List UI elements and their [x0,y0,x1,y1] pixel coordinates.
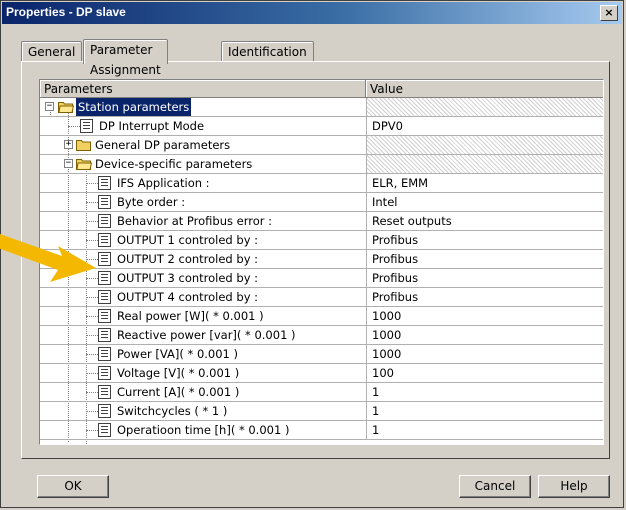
tree-row[interactable]: Operatioon time [h]( * 0.001 ) 1 [40,421,603,440]
expand-icon[interactable]: + [64,140,73,149]
annotation-arrow-icon [0,234,96,282]
tree-label: Voltage [V]( * 0.001 ) [117,366,240,380]
parameter-icon [98,385,111,399]
parameter-icon [98,347,111,361]
ok-button[interactable]: OK [37,475,109,498]
parameter-icon [80,119,93,133]
collapse-icon[interactable]: − [64,159,73,168]
parameter-icon [98,176,111,190]
tab-general[interactable]: General [21,41,83,62]
parameter-icon [98,328,111,342]
tree-row[interactable]: + General DP parameters [40,136,603,155]
parameter-icon [98,366,111,380]
tree-line [68,126,80,127]
value-cell[interactable]: ELR, EMM [366,174,603,192]
value-cell[interactable]: Profibus [366,269,603,287]
tree-row[interactable]: OUTPUT 4 controled by : Profibus [40,288,603,307]
tree-line [86,411,98,412]
tree-label: Byte order : [117,195,186,209]
column-header-parameters[interactable]: Parameters [40,80,366,98]
tree-row[interactable]: Real power [W]( * 0.001 ) 1000 [40,307,603,326]
tree-row[interactable]: − Device-specific parameters [40,155,603,174]
tree-line [86,373,98,374]
tree-row[interactable]: Voltage [V]( * 0.001 ) 100 [40,364,603,383]
tree-row[interactable]: OUTPUT 3 controled by : Profibus [40,269,603,288]
tree-row[interactable]: Power [VA]( * 0.001 ) 1000 [40,345,603,364]
help-button[interactable]: Help [538,475,610,498]
value-cell[interactable]: 1 [366,402,603,420]
value-cell[interactable]: Profibus [366,288,603,306]
tree-line [86,297,98,298]
folder-open-icon [58,102,74,113]
tree-row[interactable]: OUTPUT 2 controled by : Profibus [40,250,603,269]
tree-label: OUTPUT 1 controled by : [117,233,259,247]
tree-row[interactable]: Current [A]( * 0.001 ) 1 [40,383,603,402]
column-header-value[interactable]: Value [366,80,603,98]
tree-label: Reactive power [var]( * 0.001 ) [117,328,296,342]
tree-label: Operatioon time [h]( * 0.001 ) [117,423,290,437]
folder-open-icon [76,159,92,170]
tree-label: Station parameters [76,98,192,116]
title-bar[interactable]: Properties - DP slave × [2,2,622,24]
tree-line [86,316,98,317]
parameter-icon [98,309,111,323]
value-cell [366,155,603,173]
value-cell [366,136,603,154]
close-button[interactable]: × [600,5,618,21]
tree-line [86,221,98,222]
tree-label: Switchcycles ( * 1 ) [117,404,228,418]
tree-row[interactable]: − Station parameters [40,98,603,117]
value-cell[interactable]: DPV0 [366,117,603,135]
window-title: Properties - DP slave [6,5,126,19]
tree-line [86,202,98,203]
tab-parameter-assignment[interactable]: Parameter Assignment [83,39,168,77]
tree-row[interactable]: Byte order : Intel [40,193,603,212]
value-cell [366,98,603,116]
tree-label: Current [A]( * 0.001 ) [117,385,240,399]
tree-label: Power [VA]( * 0.001 ) [117,347,239,361]
value-cell[interactable]: 1000 [366,326,603,344]
tree-row[interactable]: OUTPUT 1 controled by : Profibus [40,231,603,250]
value-cell[interactable]: 1 [366,383,603,401]
parameter-icon [98,290,111,304]
tree-label: OUTPUT 4 controled by : [117,290,259,304]
tree-row[interactable]: Reactive power [var]( * 0.001 ) 1000 [40,326,603,345]
tree-line [86,183,98,184]
tree-label: DP Interrupt Mode [99,119,205,133]
tree-row[interactable]: DP Interrupt Mode DPV0 [40,117,603,136]
value-cell[interactable]: Profibus [366,231,603,249]
value-cell[interactable]: Intel [366,193,603,211]
cancel-button[interactable]: Cancel [459,475,531,498]
tree-label: Real power [W]( * 0.001 ) [117,309,264,323]
tree-label: OUTPUT 2 controled by : [117,252,259,266]
value-cell[interactable]: Profibus [366,250,603,268]
tree-label: Device-specific parameters [95,157,253,171]
parameter-icon [98,423,111,437]
tree-label: IFS Application : [117,176,210,190]
tree-row[interactable]: Behavior at Profibus error : Reset outpu… [40,212,603,231]
tree-row[interactable]: Switchcycles ( * 1 ) 1 [40,402,603,421]
tab-identification[interactable]: Identification [221,41,314,62]
value-cell[interactable]: 1000 [366,307,603,325]
tree-label: Behavior at Profibus error : [117,214,273,228]
tree-line [86,430,98,431]
tree-label: General DP parameters [95,138,231,152]
tree-line [86,354,98,355]
value-cell[interactable]: Reset outputs [366,212,603,230]
value-cell[interactable]: 1 [366,421,603,439]
value-cell[interactable]: 100 [366,364,603,382]
folder-icon [76,140,91,151]
collapse-icon[interactable]: − [45,102,54,111]
parameter-icon [98,195,111,209]
tree-label: OUTPUT 3 controled by : [117,271,259,285]
tree-line [86,335,98,336]
value-cell[interactable]: 1000 [366,345,603,363]
tree-row[interactable]: IFS Application : ELR, EMM [40,174,603,193]
tree-line [86,392,98,393]
parameter-icon [98,404,111,418]
parameter-grid: Parameters Value − Station parameters DP… [39,79,604,445]
